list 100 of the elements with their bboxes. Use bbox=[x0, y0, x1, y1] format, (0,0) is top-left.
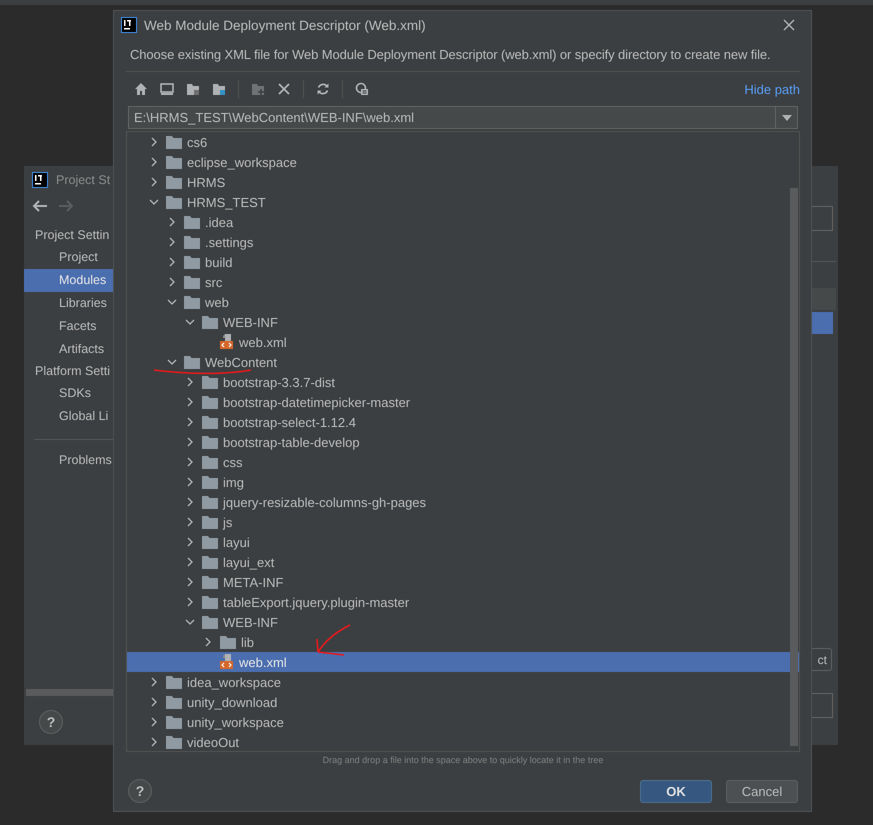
sidebar-item[interactable]: SDKs bbox=[24, 382, 113, 405]
dropdown-button[interactable] bbox=[775, 106, 798, 129]
chevron-down-icon[interactable] bbox=[149, 197, 159, 207]
tree-item[interactable]: bootstrap-select-1.12.4 bbox=[127, 412, 799, 432]
tree-item[interactable]: .idea bbox=[127, 212, 799, 232]
folder-icon bbox=[166, 155, 182, 169]
tree-item[interactable]: jquery-resizable-columns-gh-pages bbox=[127, 492, 799, 512]
folder-icon bbox=[202, 515, 218, 529]
ok-button[interactable]: OK bbox=[640, 780, 712, 802]
sidebar-item[interactable]: Global Li bbox=[24, 405, 113, 428]
sidebar-item[interactable]: Problems bbox=[24, 449, 113, 472]
folder-icon bbox=[166, 715, 182, 729]
tree-item[interactable]: build bbox=[127, 252, 799, 272]
folder-icon bbox=[166, 175, 182, 189]
scrollbar[interactable] bbox=[790, 188, 798, 746]
delete-icon[interactable] bbox=[277, 82, 291, 96]
folder-icon bbox=[202, 375, 218, 389]
tree-item[interactable]: unity_workspace bbox=[127, 712, 799, 732]
tree-item[interactable]: .settings bbox=[127, 232, 799, 252]
sidebar-item[interactable]: Libraries bbox=[24, 292, 113, 315]
help-button[interactable]: ? bbox=[39, 710, 63, 734]
tree-item[interactable]: META-INF bbox=[127, 572, 799, 592]
sidebar-item[interactable]: Modules bbox=[24, 269, 113, 292]
section-header: Project Settin bbox=[34, 227, 110, 244]
folder-icon bbox=[184, 275, 200, 289]
tree-item[interactable]: layui_ext bbox=[127, 552, 799, 572]
tree-item[interactable]: bootstrap-datetimepicker-master bbox=[127, 392, 799, 412]
tree-item[interactable]: web.xml bbox=[127, 652, 799, 672]
tree-item[interactable]: HRMS_TEST bbox=[127, 192, 799, 212]
sidebar-item[interactable]: Artifacts bbox=[24, 338, 113, 361]
chevron-down-icon[interactable] bbox=[167, 357, 177, 367]
section-header: Platform Setti bbox=[34, 363, 112, 380]
tree-item[interactable]: HRMS bbox=[127, 172, 799, 192]
tree-item[interactable]: WEB-INF bbox=[127, 612, 799, 632]
close-icon[interactable] bbox=[783, 19, 795, 31]
monitor-icon[interactable] bbox=[160, 82, 174, 96]
tree-item[interactable]: js bbox=[127, 512, 799, 532]
hide-path-link[interactable]: Hide path bbox=[744, 82, 800, 96]
folder-icon bbox=[166, 135, 182, 149]
folder-icon bbox=[166, 695, 182, 709]
window-title: Web Module Deployment Descriptor (Web.xml) bbox=[144, 18, 427, 32]
folder-icon bbox=[202, 535, 218, 549]
tree-item[interactable]: bootstrap-3.3.7-dist bbox=[127, 372, 799, 392]
folder-icon bbox=[202, 415, 218, 429]
folder-icon bbox=[184, 215, 200, 229]
folder-icon bbox=[220, 635, 236, 649]
folder-icon bbox=[202, 315, 218, 329]
description-text: Choose existing XML file for Web Module Deployment Descriptor (web.xml) or specify directory to create new file. bbox=[129, 47, 772, 62]
folder-icon bbox=[166, 675, 182, 689]
folder-icon bbox=[184, 295, 200, 309]
dropdown-arrow-icon[interactable] bbox=[782, 114, 792, 120]
sidebar-item[interactable]: Facets bbox=[24, 315, 113, 338]
folder-icon[interactable] bbox=[212, 82, 226, 96]
folder-icon bbox=[202, 395, 218, 409]
folder-icon bbox=[166, 735, 182, 749]
cancel-button[interactable]: Cancel bbox=[726, 780, 798, 802]
folder-icon bbox=[202, 455, 218, 469]
folder-icon bbox=[184, 235, 200, 249]
tree-item[interactable]: WebContent bbox=[127, 352, 799, 372]
app-logo-icon bbox=[121, 17, 137, 33]
folder-icon bbox=[166, 195, 182, 209]
tree-item[interactable]: videoOut bbox=[127, 732, 799, 751]
home-icon[interactable] bbox=[134, 82, 148, 96]
folder-icon[interactable] bbox=[186, 82, 200, 96]
tree-item[interactable]: img bbox=[127, 472, 799, 492]
hidden-files-icon[interactable] bbox=[355, 82, 369, 96]
folder-icon bbox=[202, 495, 218, 509]
tree-item[interactable]: WEB-INF bbox=[127, 312, 799, 332]
button[interactable]: ct bbox=[812, 648, 832, 671]
tree-item[interactable]: web bbox=[127, 292, 799, 312]
folder-icon bbox=[202, 475, 218, 489]
folder-icon bbox=[202, 555, 218, 569]
tree-item[interactable]: bootstrap-table-develop bbox=[127, 432, 799, 452]
tree-item[interactable]: eclipse_workspace bbox=[127, 152, 799, 172]
folder-icon bbox=[202, 595, 218, 609]
folder-icon bbox=[202, 615, 218, 629]
path-field[interactable]: E:\HRMS_TEST\WebContent\WEB-INF\web.xml bbox=[128, 106, 775, 129]
tree-item[interactable]: idea_workspace bbox=[127, 672, 799, 692]
tree-item[interactable]: css bbox=[127, 452, 799, 472]
help-button[interactable]: ? bbox=[128, 779, 152, 803]
hint-text: Drag and drop a file into the space above to quickly locate it in the tree bbox=[322, 755, 604, 765]
sidebar-item[interactable]: Project bbox=[24, 246, 113, 269]
folder-icon bbox=[184, 255, 200, 269]
arrow-mark bbox=[315, 624, 351, 656]
folder-icon bbox=[202, 435, 218, 449]
tree-item[interactable]: layui bbox=[127, 532, 799, 552]
tree-item[interactable]: cs6 bbox=[127, 132, 799, 152]
xml-file-icon bbox=[220, 654, 234, 670]
refresh-icon[interactable] bbox=[316, 82, 330, 96]
tree-item[interactable]: tableExport.jquery.plugin-master bbox=[127, 592, 799, 612]
back-arrow-icon[interactable] bbox=[32, 199, 48, 213]
chevron-down-icon[interactable] bbox=[185, 617, 195, 627]
tree-item[interactable]: src bbox=[127, 272, 799, 292]
xml-file-icon bbox=[220, 334, 234, 350]
app-logo-icon bbox=[32, 172, 48, 188]
tree-item[interactable]: unity_download bbox=[127, 692, 799, 712]
tree-item[interactable]: web.xml bbox=[127, 332, 799, 352]
scrollbar[interactable] bbox=[26, 689, 113, 696]
chevron-right-icon[interactable] bbox=[203, 637, 213, 647]
tree-item[interactable]: lib bbox=[127, 632, 799, 652]
